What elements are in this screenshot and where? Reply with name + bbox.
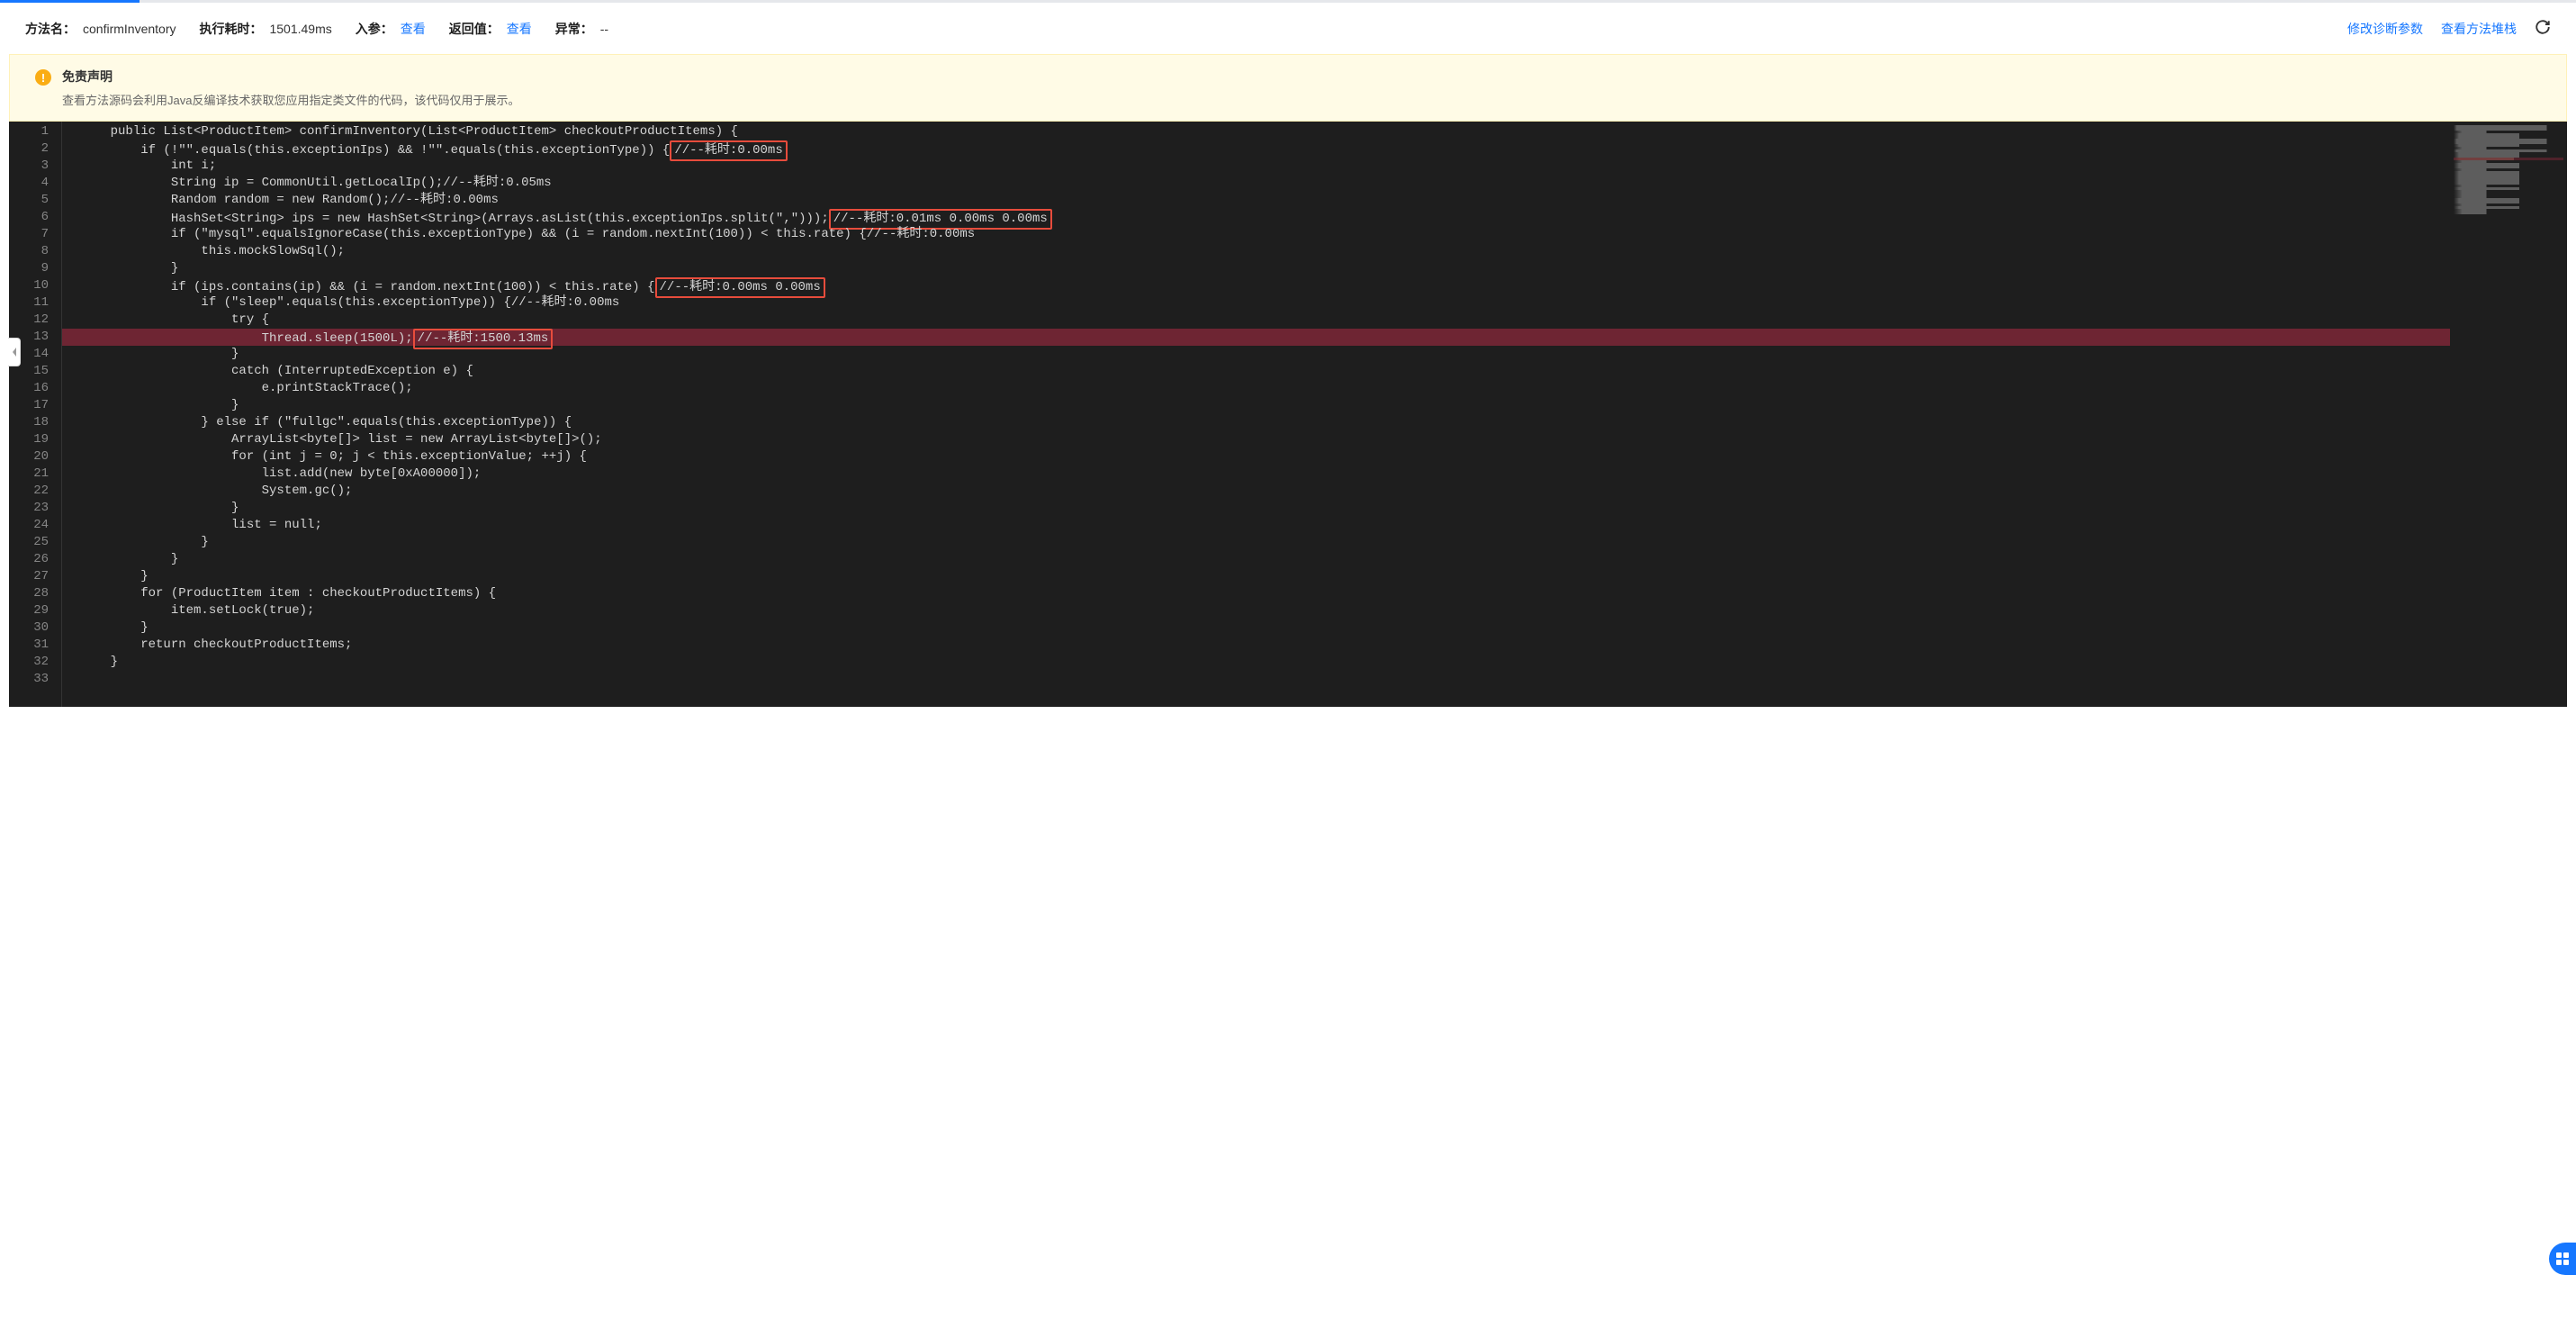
line-number: 26 [9, 551, 61, 568]
line-number: 20 [9, 448, 61, 466]
line-number: 18 [9, 414, 61, 431]
code-line: for (ProductItem item : checkoutProductI… [80, 585, 2450, 602]
line-number: 10 [9, 277, 61, 294]
code-line: } [80, 619, 2450, 637]
line-number: 3 [9, 158, 61, 175]
line-number: 4 [9, 175, 61, 192]
line-number: 1 [9, 123, 61, 140]
code-line: } [80, 534, 2450, 551]
disclaimer-title: 免责声明 [62, 68, 2541, 86]
code-line: public List<ProductItem> confirmInventor… [80, 123, 2450, 140]
code-line: System.gc(); [80, 483, 2450, 500]
line-number: 24 [9, 517, 61, 534]
exception-value: -- [600, 22, 608, 36]
disclaimer-notice: ! 免责声明 查看方法源码会利用Java反编译技术获取您应用指定类文件的代码，该… [9, 54, 2567, 122]
feedback-floating-button[interactable] [2549, 1243, 2576, 1275]
line-number: 27 [9, 568, 61, 585]
line-number: 8 [9, 243, 61, 260]
line-number: 17 [9, 397, 61, 414]
line-number: 21 [9, 466, 61, 483]
code-line: } else if ("fullgc".equals(this.exceptio… [80, 414, 2450, 431]
code-line: for (int j = 0; j < this.exceptionValue;… [80, 448, 2450, 466]
code-editor: 1234567891011121314151617181920212223242… [9, 122, 2567, 707]
view-return-link[interactable]: 查看 [507, 20, 532, 38]
line-number: 6 [9, 209, 61, 226]
code-line: String ip = CommonUtil.getLocalIp();//--… [80, 175, 2450, 192]
line-number: 22 [9, 483, 61, 500]
input-params-label: 入参： [356, 20, 393, 38]
line-number: 7 [9, 226, 61, 243]
code-line: if ("mysql".equalsIgnoreCase(this.except… [80, 226, 2450, 243]
line-number: 5 [9, 192, 61, 209]
return-value-label: 返回值： [449, 20, 500, 38]
code-line: } [80, 260, 2450, 277]
line-number: 29 [9, 602, 61, 619]
code-line: if (!"".equals(this.exceptionIps) && !""… [80, 140, 2450, 158]
info-left: 方法名： confirmInventory 执行耗时： 1501.49ms 入参… [25, 20, 625, 38]
code-line: } [80, 500, 2450, 517]
code-line: } [80, 397, 2450, 414]
method-name-value: confirmInventory [83, 22, 176, 36]
line-number: 32 [9, 654, 61, 671]
code-line: e.printStackTrace(); [80, 380, 2450, 397]
info-right: 修改诊断参数 查看方法堆栈 [2347, 19, 2551, 38]
warning-icon: ! [35, 69, 51, 86]
view-input-link[interactable]: 查看 [401, 20, 426, 38]
code-line: list.add(new byte[0xA00000]); [80, 466, 2450, 483]
refresh-icon[interactable] [2535, 19, 2551, 38]
line-number: 11 [9, 294, 61, 312]
code-line: Thread.sleep(1500L);//--耗时:1500.13ms [80, 329, 2450, 346]
code-line: ArrayList<byte[]> list = new ArrayList<b… [80, 431, 2450, 448]
code-line: } [80, 346, 2450, 363]
line-number-gutter: 1234567891011121314151617181920212223242… [9, 122, 61, 707]
modify-diagnosis-params-link[interactable]: 修改诊断参数 [2347, 20, 2423, 38]
code-line: int i; [80, 158, 2450, 175]
line-number: 31 [9, 637, 61, 654]
line-number: 16 [9, 380, 61, 397]
method-name-label: 方法名： [25, 20, 76, 38]
line-number: 12 [9, 312, 61, 329]
line-number: 25 [9, 534, 61, 551]
code-line: if ("sleep".equals(this.exceptionType)) … [80, 294, 2450, 312]
code-line: try { [80, 312, 2450, 329]
minimap[interactable] [2450, 122, 2567, 707]
code-line [80, 671, 2450, 688]
line-number: 28 [9, 585, 61, 602]
view-method-stack-link[interactable]: 查看方法堆栈 [2441, 20, 2517, 38]
code-line: } [80, 551, 2450, 568]
exec-time-value: 1501.49ms [269, 22, 331, 36]
line-number: 9 [9, 260, 61, 277]
code-content[interactable]: public List<ProductItem> confirmInventor… [61, 122, 2450, 707]
code-line: this.mockSlowSql(); [80, 243, 2450, 260]
code-line: } [80, 568, 2450, 585]
exec-time-label: 执行耗时： [199, 20, 262, 38]
line-number: 33 [9, 671, 61, 688]
exception-label: 异常： [555, 20, 593, 38]
line-number: 19 [9, 431, 61, 448]
line-number: 2 [9, 140, 61, 158]
code-line: catch (InterruptedException e) { [80, 363, 2450, 380]
code-line: Random random = new Random();//--耗时:0.00… [80, 192, 2450, 209]
code-line: list = null; [80, 517, 2450, 534]
code-line: HashSet<String> ips = new HashSet<String… [80, 209, 2450, 226]
line-number: 30 [9, 619, 61, 637]
line-number: 23 [9, 500, 61, 517]
code-line: if (ips.contains(ip) && (i = random.next… [80, 277, 2450, 294]
code-line: item.setLock(true); [80, 602, 2450, 619]
top-progress-bar [0, 0, 2576, 3]
info-bar: 方法名： confirmInventory 执行耗时： 1501.49ms 入参… [0, 3, 2576, 54]
code-line: } [80, 654, 2450, 671]
disclaimer-desc: 查看方法源码会利用Java反编译技术获取您应用指定类文件的代码，该代码仅用于展示… [62, 91, 2541, 108]
collapse-panel-toggle[interactable] [8, 338, 21, 366]
code-line: return checkoutProductItems; [80, 637, 2450, 654]
